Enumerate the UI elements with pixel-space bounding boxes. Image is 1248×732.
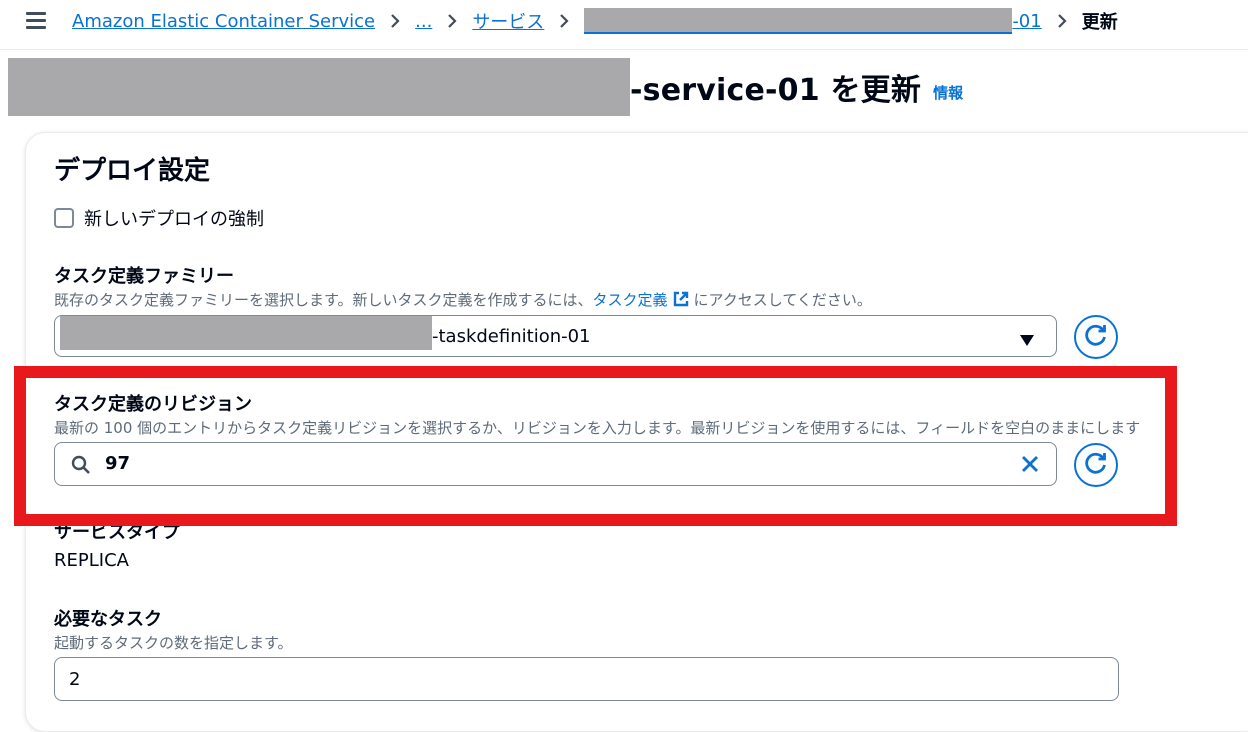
family-select-value: -taskdefinition-01 [432, 326, 591, 347]
breadcrumb-ecs[interactable]: Amazon Elastic Container Service [72, 11, 375, 32]
redacted-family-prefix [60, 316, 432, 350]
chevron-right-icon [389, 13, 401, 29]
breadcrumb-current: 更新 [1081, 12, 1118, 33]
highlight-annotation [14, 366, 1177, 526]
redacted-title-prefix [8, 58, 630, 116]
desired-tasks-label: 必要なタスク [54, 609, 162, 630]
caret-down-icon [1020, 331, 1034, 350]
refresh-icon [1083, 322, 1109, 352]
service-type-value: REPLICA [54, 550, 129, 571]
family-desc-text: 既存のタスク定義ファミリーを選択します。新しいタスク定義を作成するには、 [54, 291, 593, 309]
chevron-right-icon [446, 13, 458, 29]
family-select[interactable]: -taskdefinition-01 [54, 315, 1057, 357]
page-title: -service-01 を更新 [630, 73, 922, 108]
desired-tasks-value: 2 [69, 669, 81, 690]
page-header: -service-01 を更新 情報 [8, 58, 963, 116]
info-link[interactable]: 情報 [933, 82, 963, 103]
checkbox-label: 新しいデプロイの強制 [84, 209, 264, 230]
desired-tasks-input[interactable]: 2 [54, 657, 1119, 701]
checkbox-box[interactable] [54, 208, 74, 228]
section-title: デプロイ設定 [54, 156, 211, 186]
refresh-family-button[interactable] [1074, 315, 1118, 359]
family-label: タスク定義ファミリー [54, 266, 234, 287]
external-link-icon[interactable] [672, 290, 690, 312]
family-desc-after: にアクセスしてください。 [693, 291, 872, 309]
force-new-deployment-checkbox[interactable]: 新しいデプロイの強制 [54, 205, 264, 231]
desired-tasks-description: 起動するタスクの数を指定します。 [54, 634, 293, 652]
top-navigation-bar: Amazon Elastic Container Service ... サービ… [0, 0, 1248, 50]
chevron-right-icon [558, 13, 570, 29]
menu-icon[interactable] [26, 12, 46, 30]
breadcrumb: Amazon Elastic Container Service ... サービ… [72, 8, 1118, 34]
breadcrumb-service[interactable]: -01 [1012, 11, 1041, 32]
breadcrumb-services[interactable]: サービス [472, 8, 544, 34]
redacted-service-name [584, 8, 1013, 34]
breadcrumb-ellipsis[interactable]: ... [415, 11, 432, 32]
chevron-right-icon [1056, 13, 1068, 29]
family-description: 既存のタスク定義ファミリーを選択します。新しいタスク定義を作成するには、タスク定… [54, 289, 872, 312]
task-definition-link[interactable]: タスク定義 [593, 291, 668, 309]
